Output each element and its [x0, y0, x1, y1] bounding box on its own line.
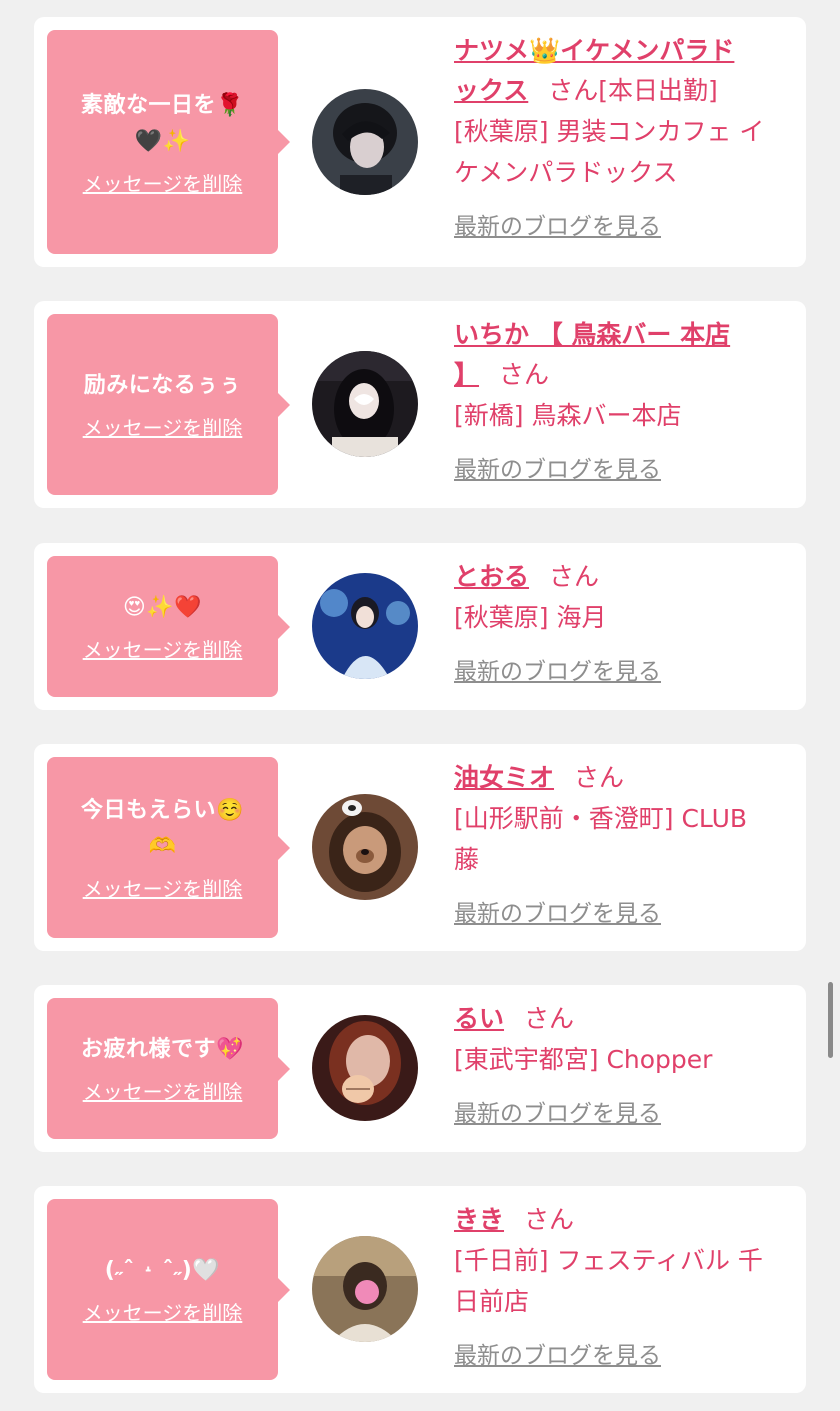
cast-info: ナツメ👑イケメンパラド ックス さん[本日出勤] [秋葉原] 男装コンカフェ イ …	[454, 31, 799, 241]
delete-message-link[interactable]: メッセージを削除	[83, 634, 243, 663]
avatar-photo	[312, 1015, 418, 1121]
message-card: 励みになるぅぅ メッセージを削除 いちか 【 鳥森バー 本店 】さん [新橋] …	[34, 301, 806, 508]
cast-name-link-line2[interactable]: ックス	[454, 76, 528, 105]
honorific: さん	[574, 763, 625, 792]
cast-name-link[interactable]: 油女ミオ	[454, 763, 554, 792]
cast-name-link[interactable]: るい	[454, 1004, 504, 1033]
shop-info: [山形駅前・香澄町] CLUB	[454, 804, 748, 833]
scrollbar-thumb[interactable]	[828, 982, 833, 1058]
avatar[interactable]	[312, 573, 418, 679]
avatar-photo	[312, 1236, 418, 1342]
message-text-line2: 🫶	[148, 834, 177, 859]
message-bubble: 😍✨❤️ メッセージを削除	[47, 556, 290, 697]
cast-name-link[interactable]: きき	[454, 1205, 504, 1234]
latest-blog-link[interactable]: 最新のブログを見る	[454, 1336, 661, 1370]
message-bubble: (˶ˆ ˔ ˆ˶)🤍 メッセージを削除	[47, 1199, 290, 1380]
delete-message-link[interactable]: メッセージを削除	[83, 873, 243, 902]
honorific: さん	[549, 562, 600, 591]
avatar[interactable]	[312, 1236, 418, 1342]
cast-info: とおる さん [秋葉原] 海月 最新のブログを見る	[454, 557, 799, 686]
message-card: 今日もえらい☺️ 🫶 メッセージを削除 油女ミオ さん [山形駅前・香澄町] CL…	[34, 744, 806, 951]
shop-info: [東武宇都宮] Chopper	[454, 1045, 713, 1074]
message-card: 素敵な一日を🌹 🖤✨ メッセージを削除 ナツメ👑イケメンパラド ックス さん[本日…	[34, 17, 806, 267]
cast-name-link[interactable]: いちか 【 鳥森バー 本店	[454, 320, 730, 349]
message-bubble: お疲れ様です💖 メッセージを削除	[47, 998, 290, 1139]
honorific: さん	[499, 360, 550, 389]
shop-info: [秋葉原] 男装コンカフェ イ	[454, 117, 765, 146]
shop-info-line2: 日前店	[454, 1287, 530, 1316]
avatar[interactable]	[312, 351, 418, 457]
message-text: (˶ˆ ˔ ˆ˶)🤍	[104, 1258, 221, 1283]
shop-info-line2: 藤	[454, 845, 480, 874]
latest-blog-link[interactable]: 最新のブログを見る	[454, 1094, 661, 1128]
message-list-page: 素敵な一日を🌹 🖤✨ メッセージを削除 ナツメ👑イケメンパラド ックス さん[本日…	[0, 0, 840, 1411]
honorific: さん	[524, 1004, 575, 1033]
cast-info: きき さん [千日前] フェスティバル 千 日前店 最新のブログを見る	[454, 1200, 799, 1370]
delete-message-link[interactable]: メッセージを削除	[83, 1297, 243, 1326]
message-text: 今日もえらい☺️	[81, 798, 244, 823]
cast-name-link[interactable]: とおる	[454, 562, 529, 591]
avatar[interactable]	[312, 89, 418, 195]
avatar[interactable]	[312, 1015, 418, 1121]
avatar-photo	[312, 351, 418, 457]
message-text: お疲れ様です💖	[81, 1037, 244, 1062]
latest-blog-link[interactable]: 最新のブログを見る	[454, 450, 661, 484]
message-text: 励みになるぅぅ	[83, 373, 242, 398]
avatar-photo	[312, 794, 418, 900]
shop-info: [千日前] フェスティバル 千	[454, 1246, 763, 1275]
status-badge: [本日出勤]	[598, 76, 718, 105]
message-text: 素敵な一日を🌹	[81, 92, 244, 118]
message-bubble: 励みになるぅぅ メッセージを削除	[47, 314, 290, 495]
latest-blog-link[interactable]: 最新のブログを見る	[454, 894, 661, 928]
cast-name-link[interactable]: ナツメ👑イケメンパラド	[454, 36, 734, 65]
delete-message-link[interactable]: メッセージを削除	[83, 412, 243, 441]
shop-info: [秋葉原] 海月	[454, 603, 607, 632]
message-card: (˶ˆ ˔ ˆ˶)🤍 メッセージを削除 きき さん [千日前] フェスティバル 千…	[34, 1186, 806, 1393]
message-card: 😍✨❤️ メッセージを削除 とおる さん [秋葉原] 海月 最新のブログを見る	[34, 543, 806, 710]
message-bubble: 今日もえらい☺️ 🫶 メッセージを削除	[47, 757, 290, 938]
delete-message-link[interactable]: メッセージを削除	[83, 1076, 243, 1105]
honorific: さん	[548, 76, 599, 105]
avatar-photo	[312, 89, 418, 195]
message-text-line2: 🖤✨	[134, 128, 191, 154]
message-text: 😍✨❤️	[122, 595, 203, 620]
message-bubble: 素敵な一日を🌹 🖤✨ メッセージを削除	[47, 30, 290, 254]
cast-name-link-line2[interactable]: 】	[454, 360, 479, 389]
shop-info-line2: ケメンパラドックス	[454, 158, 678, 187]
cast-info: いちか 【 鳥森バー 本店 】さん [新橋] 鳥森バー本店 最新のブログを見る	[454, 315, 799, 484]
cast-info: るい さん [東武宇都宮] Chopper 最新のブログを見る	[454, 999, 799, 1128]
latest-blog-link[interactable]: 最新のブログを見る	[454, 207, 661, 241]
cast-info: 油女ミオ さん [山形駅前・香澄町] CLUB 藤 最新のブログを見る	[454, 758, 799, 928]
honorific: さん	[524, 1205, 575, 1234]
delete-message-link[interactable]: メッセージを削除	[83, 168, 243, 197]
shop-info: [新橋] 鳥森バー本店	[454, 401, 682, 430]
avatar-photo	[312, 573, 418, 679]
avatar[interactable]	[312, 794, 418, 900]
latest-blog-link[interactable]: 最新のブログを見る	[454, 652, 661, 686]
message-card: お疲れ様です💖 メッセージを削除 るい さん [東武宇都宮] Chopper 最新…	[34, 985, 806, 1152]
